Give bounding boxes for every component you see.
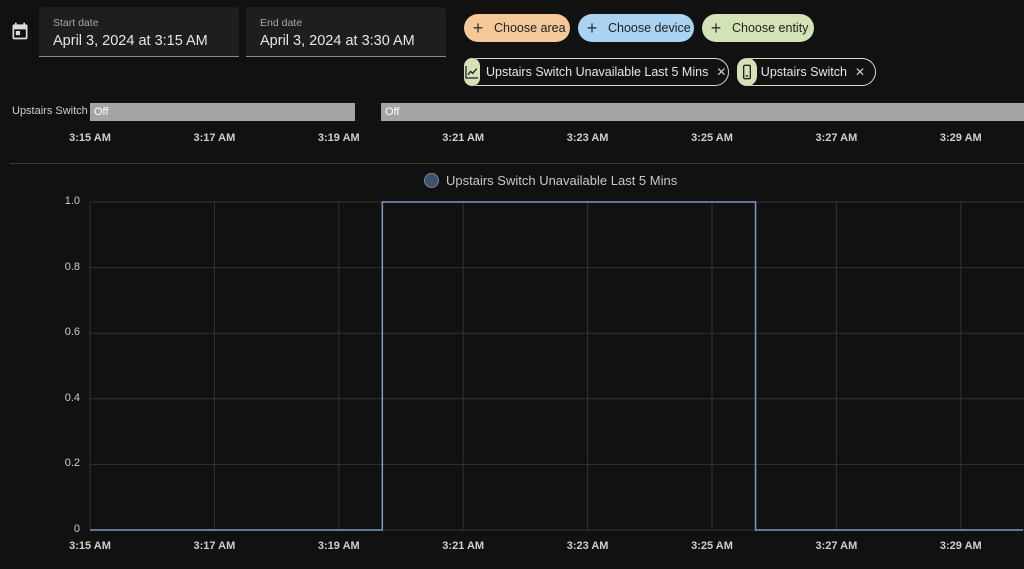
- x-tick-label: 3:23 AM: [566, 540, 609, 552]
- y-tick-label: 0.4: [64, 391, 80, 404]
- y-tick-label: 0.2: [64, 457, 80, 470]
- line-chart: [89, 201, 1024, 531]
- x-tick-label: 3:19 AM: [317, 540, 360, 552]
- y-tick-label: 0.8: [64, 260, 80, 273]
- y-tick-label: 0.6: [64, 326, 80, 339]
- x-tick-label: 3:21 AM: [442, 540, 485, 552]
- y-tick-label: 1.0: [64, 195, 80, 207]
- x-tick-label: 3:15 AM: [69, 540, 111, 552]
- x-tick-label: 3:27 AM: [815, 540, 858, 552]
- x-tick-label: 3:25 AM: [691, 540, 733, 552]
- x-tick-label: 3:17 AM: [193, 540, 236, 552]
- x-tick-label: 3:29 AM: [939, 540, 982, 552]
- series-line[interactable]: [90, 201, 1023, 531]
- y-tick-label: 0: [73, 523, 80, 535]
